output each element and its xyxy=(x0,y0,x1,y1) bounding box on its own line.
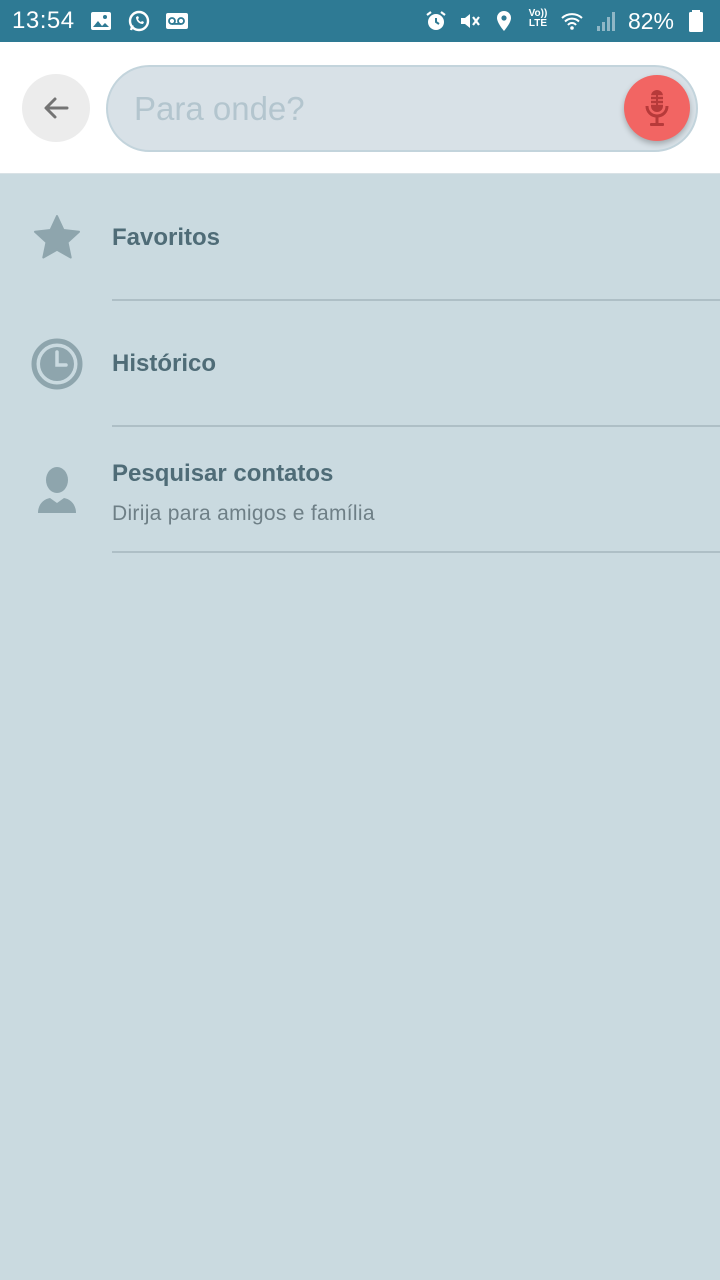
whatsapp-icon xyxy=(127,9,151,33)
alarm-icon xyxy=(424,9,448,33)
microphone-icon xyxy=(645,90,669,126)
status-time: 13:54 xyxy=(12,7,75,34)
star-icon xyxy=(30,211,84,265)
divider xyxy=(112,551,720,553)
search-box[interactable] xyxy=(106,65,698,152)
search-header xyxy=(0,42,720,174)
status-bar: 13:54 Vo)) LTE 82% xyxy=(0,0,720,42)
item-title: Pesquisar contatos xyxy=(112,460,334,487)
mute-icon xyxy=(458,9,482,33)
image-icon xyxy=(89,9,113,33)
search-input[interactable] xyxy=(134,89,604,128)
list-item-contacts[interactable]: Pesquisar contatos Dirija para amigos e … xyxy=(0,427,720,553)
list-item-history[interactable]: Histórico xyxy=(0,301,720,427)
voicemail-icon xyxy=(165,9,189,33)
wifi-icon xyxy=(560,9,584,33)
clock-icon xyxy=(30,337,84,391)
volte-icon: Vo)) LTE xyxy=(528,8,548,29)
battery-icon xyxy=(684,9,708,33)
list-item-favorites[interactable]: Favoritos xyxy=(0,175,720,301)
arrow-back-icon xyxy=(44,97,69,119)
back-button[interactable] xyxy=(22,74,90,142)
location-icon xyxy=(492,9,516,33)
battery-percent: 82% xyxy=(627,7,674,34)
signal-icon xyxy=(594,9,618,33)
item-title: Favoritos xyxy=(112,224,221,251)
options-list: Favoritos Histórico Pesquisar contatos D… xyxy=(0,175,720,553)
contact-icon xyxy=(30,463,84,517)
item-title: Histórico xyxy=(112,350,217,377)
voice-search-button[interactable] xyxy=(624,75,690,141)
item-subtitle: Dirija para amigos e família xyxy=(112,502,375,525)
